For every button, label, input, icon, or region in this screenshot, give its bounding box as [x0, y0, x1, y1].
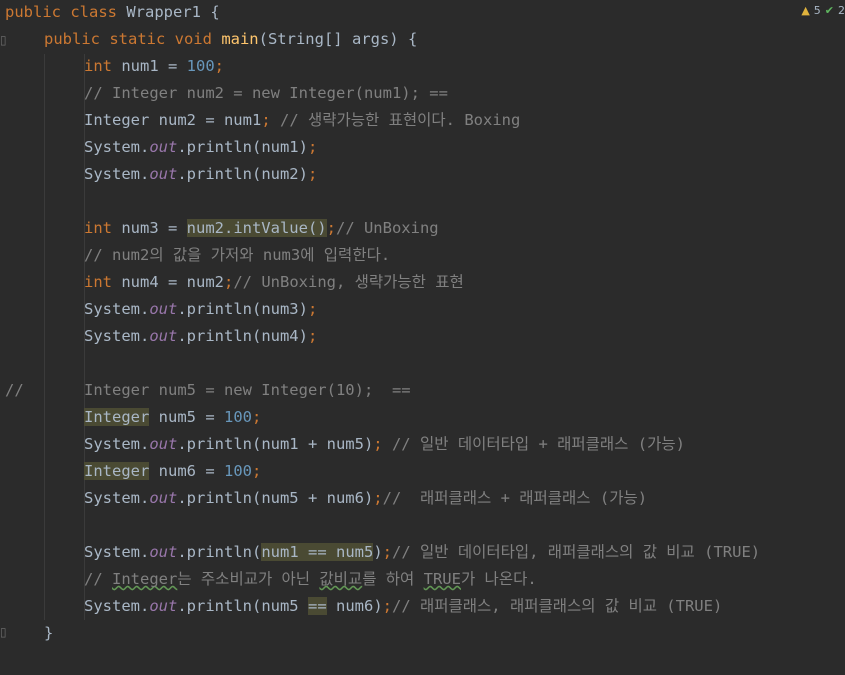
code-line: // num2의 값을 가저와 num3에 입력한다. [84, 246, 391, 264]
highlighted-type: Integer [84, 408, 150, 426]
code-line: Integer num2 = num1; // 생략가능한 표현이다. Boxi… [84, 111, 521, 129]
code-line: public class Wrapper1 { [5, 3, 220, 21]
code-line: System.out.println(num2); [84, 165, 318, 183]
code-line: int num4 = num2;// UnBoxing, 생략가능한 표현 [84, 273, 464, 291]
code-editor[interactable]: ▲ 5 ✔ 2 ▯ ▯ public class Wrapper1 { publ… [0, 0, 845, 675]
code-line: System.out.println(num1); [84, 138, 318, 156]
indent-guide [44, 54, 45, 620]
highlighted-operator: == [307, 597, 327, 615]
code-line: System.out.println(num4); [84, 327, 318, 345]
code-line: // Integer num2 = new Integer(num1); == [84, 84, 448, 102]
code-line: int num3 = num2.intValue();// UnBoxing [84, 219, 439, 237]
code-line: // Integer는 주소비교가 아닌 값비교를 하여 TRUE가 나온다. [84, 570, 537, 588]
code-line: Integer num5 = new Integer(10); == [84, 381, 411, 399]
highlighted-expression: num1 == num5 [261, 543, 374, 561]
code-line-comment-prefix: // [5, 381, 24, 399]
code-line: System.out.println(num5 == num6);// 래퍼클래… [84, 597, 723, 615]
code-line: public static void main(String[] args) { [44, 30, 418, 48]
highlighted-expression: num2.intValue() [186, 219, 327, 237]
warning-count: 5 [813, 4, 821, 17]
code-line: Integer num5 = 100; [84, 408, 262, 426]
highlighted-type: Integer [84, 462, 150, 480]
code-line: int num1 = 100; [84, 57, 224, 75]
code-line: System.out.println(num1 + num5); // 일반 데… [84, 435, 685, 453]
inspection-widget[interactable]: ▲ 5 ✔ 2 [801, 4, 845, 17]
ok-count: 2 [838, 4, 845, 17]
fold-icon[interactable]: ▯ [0, 625, 8, 639]
code-line: Integer num6 = 100; [84, 462, 262, 480]
code-line: System.out.println(num1 == num5);// 일반 데… [84, 543, 761, 561]
code-line: System.out.println(num3); [84, 300, 318, 318]
fold-icon[interactable]: ▯ [0, 33, 8, 47]
check-icon: ✔ [824, 4, 834, 17]
code-line: System.out.println(num5 + num6);// 래퍼클래스… [84, 489, 648, 507]
warning-icon: ▲ [801, 4, 810, 17]
code-line: } [44, 624, 54, 642]
